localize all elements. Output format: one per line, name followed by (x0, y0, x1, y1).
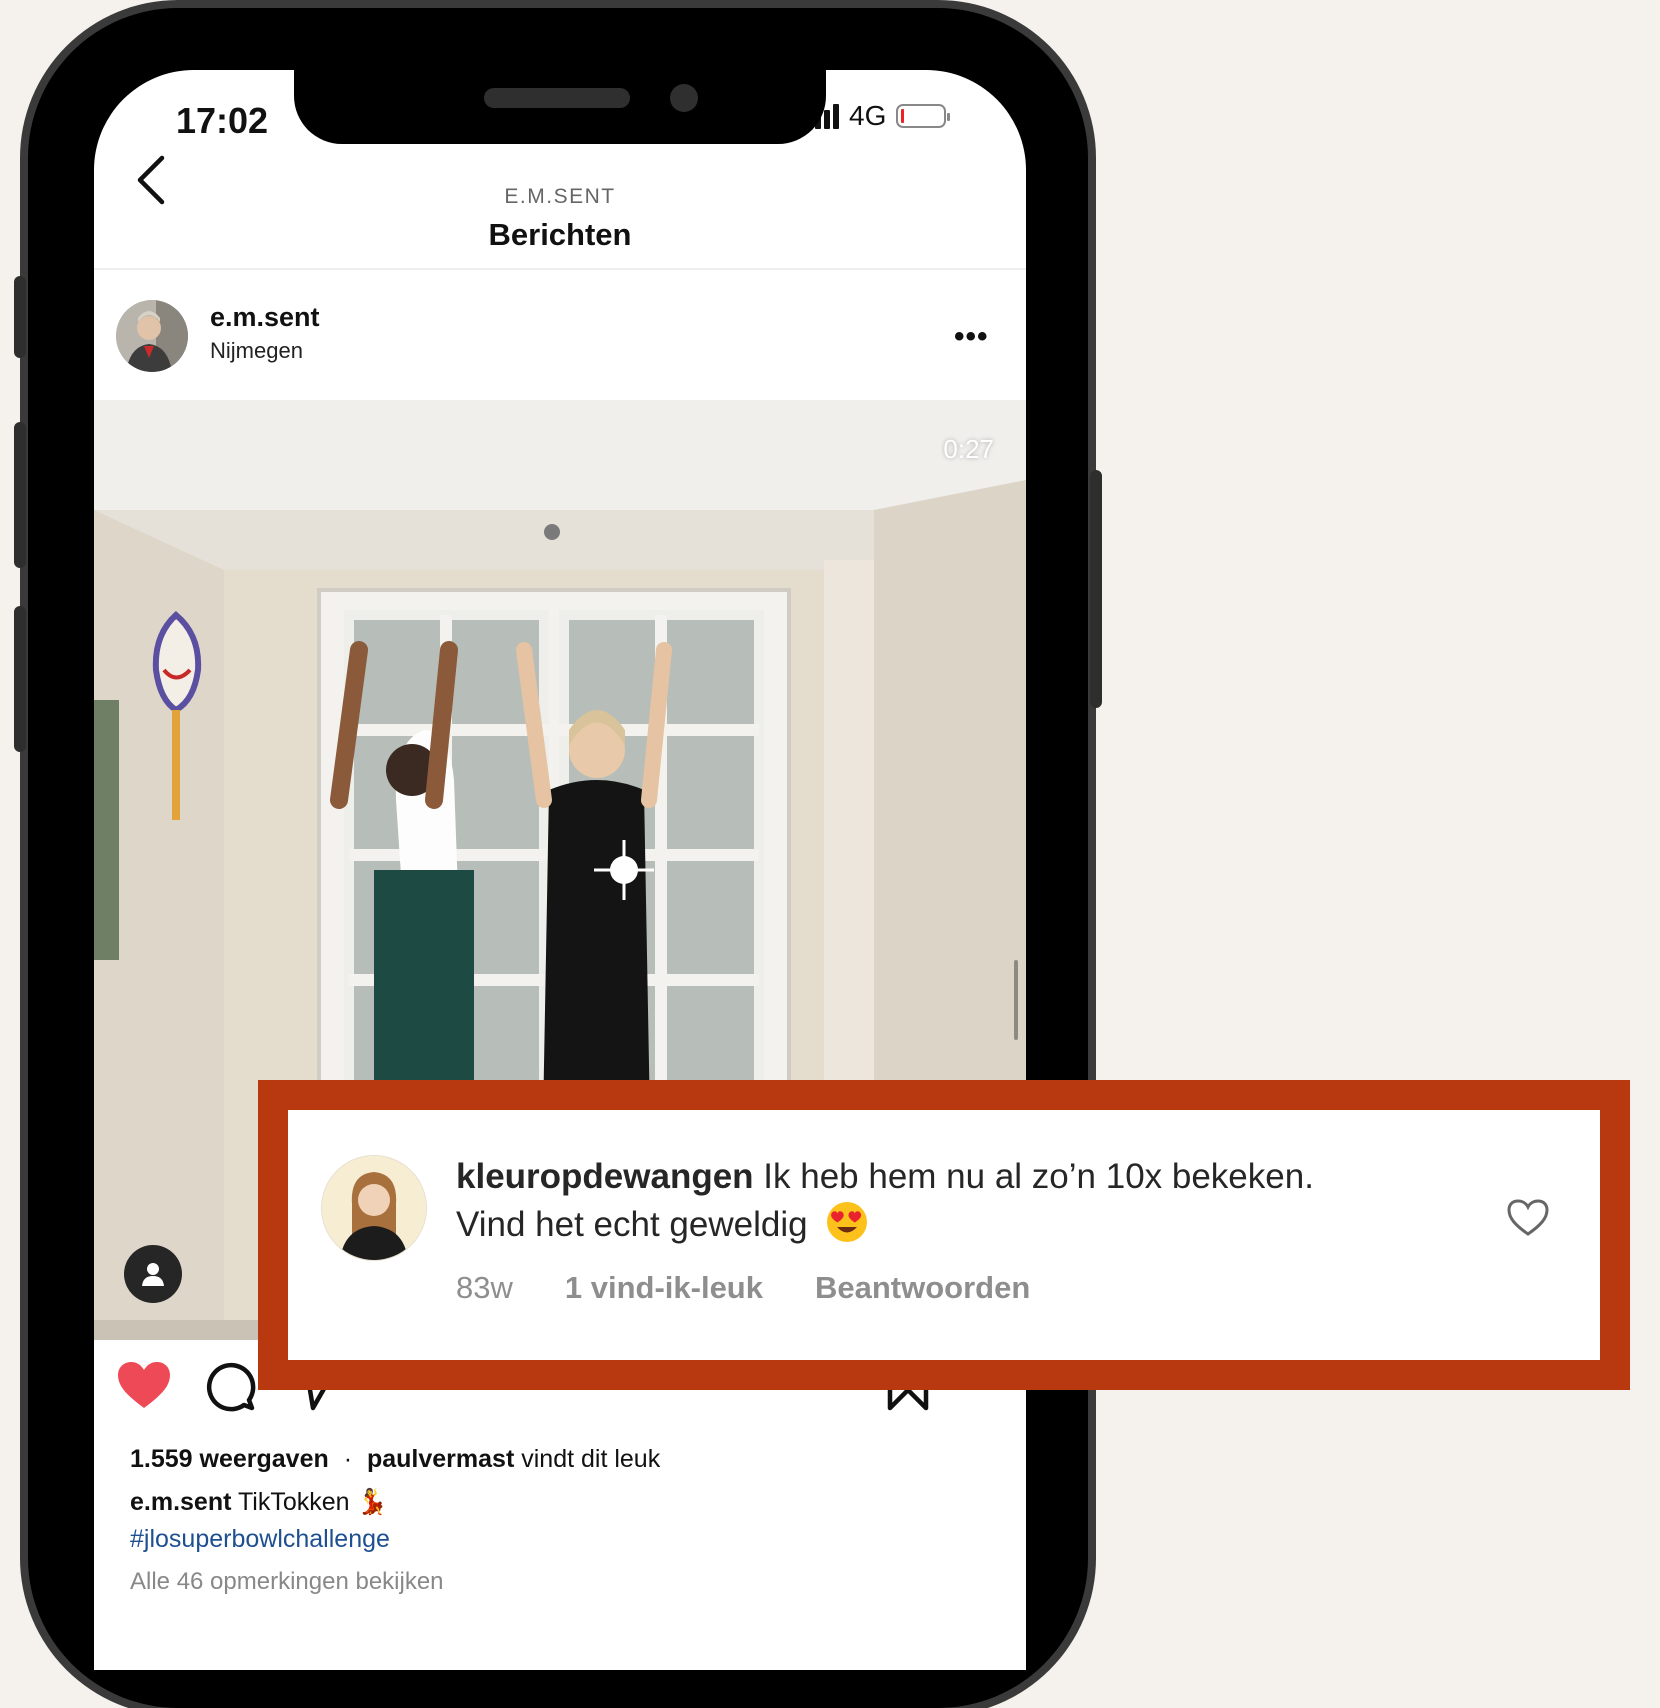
reply-button[interactable]: Beantwoorden (815, 1270, 1030, 1306)
liked-by-suffix: vindt dit leuk (521, 1445, 661, 1473)
tagged-users-button[interactable] (124, 1245, 182, 1303)
comment-like-count[interactable]: 1 vind-ik-leuk (565, 1270, 763, 1306)
power-button (1090, 470, 1102, 708)
post-stats: 1.559 weergaven · paulvermast vindt dit … (130, 1445, 660, 1474)
navigation-bar: E.M.SENT Berichten (94, 70, 1026, 270)
view-count[interactable]: 1.559 weergaven (130, 1445, 329, 1473)
comment-time: 83w (456, 1270, 513, 1305)
volume-up-button (14, 422, 26, 568)
person-icon (142, 1263, 164, 1286)
video-duration: 0:27 (943, 434, 994, 464)
commenter-username[interactable]: kleuropdewangen (456, 1157, 754, 1196)
post-header: e.m.sent Nijmegen ••• (94, 292, 1026, 382)
heart-eyes-emoji-icon (827, 1202, 868, 1242)
mute-switch (14, 276, 26, 358)
post-username[interactable]: e.m.sent (210, 302, 320, 333)
view-all-comments-link[interactable]: Alle 46 opmerkingen bekijken (130, 1568, 444, 1596)
more-options-icon[interactable]: ••• (954, 320, 989, 354)
stats-separator: · (343, 1445, 353, 1473)
profile-avatar[interactable] (116, 300, 188, 372)
page-title: Berichten (488, 217, 632, 252)
heart-filled-icon[interactable] (116, 1360, 172, 1410)
comment-body: kleuropdewangen Ik heb hem nu al zo’n 10… (456, 1154, 1356, 1248)
scroll-indicator (1014, 960, 1018, 1040)
caption-username[interactable]: e.m.sent (130, 1488, 231, 1516)
comment-meta: 83w 1 vind-ik-leuk Beantwoorden (456, 1270, 1030, 1306)
volume-down-button (14, 606, 26, 752)
nav-account-name: E.M.SENT (504, 185, 616, 208)
post-caption: e.m.sent TikTokken 💃 (130, 1488, 388, 1517)
comment-card: kleuropdewangen Ik heb hem nu al zo’n 10… (288, 1110, 1600, 1360)
caption-hashtag[interactable]: #jlosuperbowlchallenge (130, 1525, 390, 1554)
post-location[interactable]: Nijmegen (210, 338, 303, 364)
person-photo-icon (116, 300, 188, 372)
commenter-avatar[interactable] (322, 1156, 426, 1260)
caption-text: TikTokken 💃 (237, 1488, 388, 1516)
liked-by-user[interactable]: paulvermast (367, 1445, 514, 1473)
person-photo-icon (322, 1156, 426, 1260)
highlighted-comment-callout: kleuropdewangen Ik heb hem nu al zo’n 10… (258, 1080, 1630, 1390)
nav-divider (94, 268, 1026, 270)
comment-icon[interactable] (204, 1360, 256, 1412)
heart-outline-icon[interactable] (1506, 1198, 1550, 1238)
phone-screen: 17:02 4G E.M.SENT Berichten e.m.sent Nij… (94, 70, 1026, 1670)
